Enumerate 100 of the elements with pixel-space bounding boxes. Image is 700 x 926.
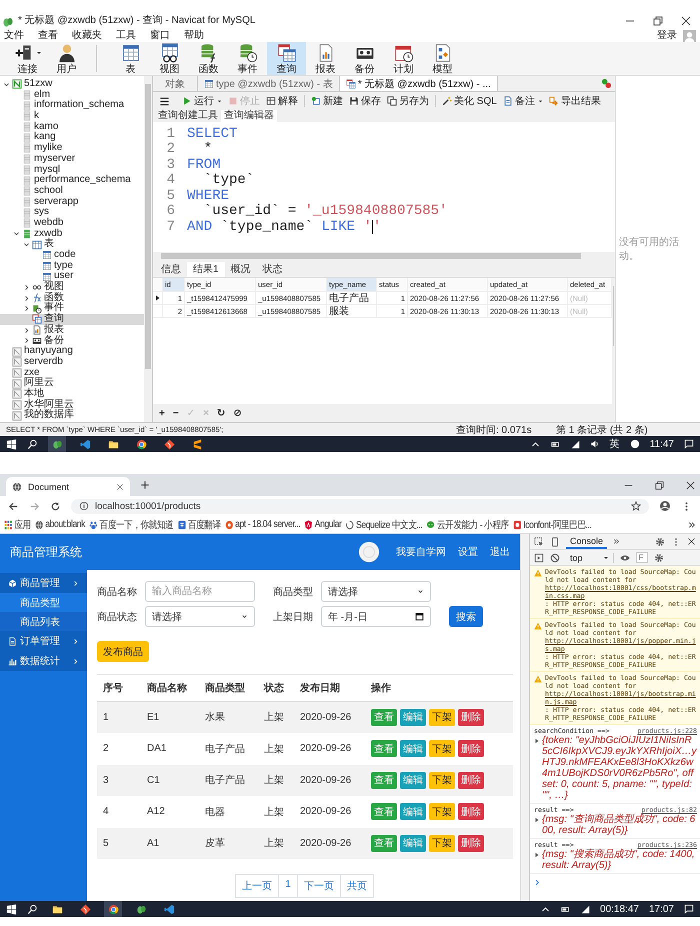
logged-object[interactable]: {token: "eyJhbGciOiJIUzI1NiIsInR5cCI6IkpXVCJ9.eyJkYXRhIjoiX…yHTJ9.nkMFEAKxEe8l3HoKXkz6w4m1UBojKDS0rV0R6zPb5Ro", offset: 0, count: 5, pname: "", typeId: "", …} — [542, 735, 697, 801]
toolbar-button[interactable]: 视图 — [150, 42, 189, 75]
reload-icon[interactable] — [50, 500, 61, 512]
tree-item[interactable]: 本地 — [0, 388, 144, 400]
menu-item[interactable]: 查看 — [38, 30, 58, 42]
expand-arrow-icon[interactable] — [534, 852, 540, 858]
tree-item[interactable]: kang — [0, 132, 144, 144]
menu-item[interactable]: 文件 — [4, 30, 24, 42]
sidebar-toggle-icon[interactable] — [534, 552, 544, 562]
toolbar-button[interactable]: 模型 — [423, 42, 462, 75]
offline-button[interactable]: 下架 — [429, 708, 455, 726]
delete-button[interactable]: 删除 — [458, 803, 484, 820]
close-icon[interactable] — [116, 482, 124, 490]
menu-item[interactable]: 窗口 — [150, 30, 170, 42]
toolbar-button[interactable]: 备注 — [502, 94, 543, 108]
bookmark[interactable]: Iconfont-阿里巴巴... — [512, 518, 592, 532]
tab[interactable]: 信息 — [155, 262, 187, 277]
offline-button[interactable]: 下架 — [429, 740, 455, 758]
expand-arrow-icon[interactable] — [534, 817, 540, 823]
menu-item[interactable]: 工具 — [116, 30, 136, 42]
tree-item[interactable]: user — [0, 271, 144, 282]
clock[interactable]: 11:47 — [650, 438, 674, 450]
menu-item[interactable]: 收藏夹 — [72, 30, 102, 42]
bookmark[interactable]: apt - 18.04 server... — [224, 518, 300, 532]
header-link[interactable]: 我要自学网 — [396, 545, 446, 559]
delete-button[interactable]: 删除 — [458, 708, 484, 726]
menu-item[interactable]: 数据统计 — [0, 651, 87, 671]
scrollbar[interactable] — [144, 76, 152, 422]
toolbar-button[interactable]: 计划 — [384, 42, 423, 75]
page-link[interactable]: 下一页 — [296, 874, 341, 898]
tree-item[interactable]: mysql — [0, 164, 144, 176]
tree-item[interactable]: kamo — [0, 122, 144, 132]
page-link[interactable]: 上一页 — [235, 874, 280, 898]
scrollbar[interactable] — [612, 278, 615, 404]
double-chevron-icon[interactable] — [613, 538, 620, 545]
close-icon[interactable] — [685, 480, 696, 490]
header-link[interactable]: 退出 — [490, 545, 510, 559]
login-link[interactable]: 登录 — [657, 30, 677, 42]
scrollbar[interactable] — [520, 534, 529, 901]
tree-item[interactable]: type — [0, 260, 144, 272]
menu-icon[interactable] — [159, 96, 170, 106]
windows-start-icon[interactable] — [6, 904, 17, 914]
account-icon[interactable] — [659, 500, 671, 512]
tree-item[interactable]: 视图 — [0, 282, 144, 293]
search-icon[interactable] — [27, 438, 38, 450]
tab[interactable]: 结果1 — [187, 262, 225, 277]
tree-item[interactable]: myserver — [0, 154, 144, 164]
filter-field[interactable]: F — [636, 552, 648, 563]
toolbar-button[interactable]: 事件 — [228, 42, 267, 75]
bookmark[interactable]: Sequelize 中文文... — [346, 518, 422, 532]
double-chevron-icon[interactable] — [688, 520, 696, 528]
header-link[interactable]: 设置 — [458, 545, 478, 559]
toolbar-button[interactable]: 用户 — [47, 42, 86, 75]
record-button[interactable]: ↻ — [216, 408, 226, 418]
restore-icon[interactable] — [652, 15, 664, 27]
clock[interactable]: 17:07 — [648, 904, 674, 914]
toolbar-button[interactable]: 保存 — [349, 94, 381, 108]
date-field[interactable]: 年 -月-日 — [321, 606, 431, 627]
toolbar-button[interactable]: 导出结果 — [548, 94, 601, 108]
settings-icon[interactable] — [654, 552, 664, 562]
tree-item[interactable]: hanyuyang — [0, 346, 144, 357]
tree-item[interactable]: webdb — [0, 218, 144, 229]
toolbar-button[interactable]: 表 — [111, 42, 150, 75]
select-field[interactable]: 请选择 — [145, 606, 255, 627]
tree-item[interactable]: 查询 — [0, 314, 144, 325]
taskbar-app[interactable] — [104, 901, 122, 917]
close-icon[interactable] — [680, 15, 692, 27]
back-arrow-icon[interactable] — [8, 500, 19, 512]
menu-item[interactable]: 订单管理 — [0, 631, 87, 651]
submenu-item[interactable]: 商品类型 — [0, 593, 87, 612]
tab[interactable]: type @zxwdb (51zxw) - 表 — [198, 76, 340, 91]
offline-button[interactable]: 下架 — [429, 772, 455, 789]
tree-item[interactable]: 51zxw — [0, 79, 144, 90]
bookmark[interactable]: 百度翻译 — [177, 518, 220, 532]
bookmark[interactable]: 应用 — [4, 518, 31, 532]
bookmark[interactable]: 百度一下，你就知道 — [89, 518, 174, 532]
restore-icon[interactable] — [654, 480, 665, 490]
tree-item[interactable]: sys — [0, 207, 144, 218]
context-select[interactable]: top — [566, 552, 614, 562]
tab[interactable]: 对象 — [153, 76, 198, 91]
tree-item[interactable]: serverapp — [0, 196, 144, 208]
toolbar-button[interactable]: 报表 — [306, 42, 345, 75]
eye-icon[interactable] — [620, 552, 630, 562]
scrollbar[interactable] — [153, 252, 615, 262]
tree-item[interactable]: 表 — [0, 239, 144, 250]
record-button[interactable]: ⊘ — [233, 408, 242, 418]
toolbar-button[interactable]: 美化 SQL — [442, 94, 497, 108]
select-field[interactable]: 请选择 — [321, 581, 431, 602]
tree-item[interactable]: elm — [0, 90, 144, 100]
logged-object[interactable]: {msg: "查询商品类型成功", code: 600, result: Array(5)} — [542, 814, 697, 836]
delete-button[interactable]: 删除 — [458, 772, 484, 789]
toolbar-button[interactable]: 解释 — [266, 94, 298, 108]
record-button[interactable]: − — [172, 408, 179, 418]
logged-object[interactable]: {msg: "搜索商品成功", code: 1400, result: Array(5)} — [542, 849, 697, 871]
expand-arrow-icon[interactable] — [534, 738, 540, 744]
name-input[interactable]: 输入商品名称 — [145, 581, 255, 602]
offline-button[interactable]: 下架 — [429, 834, 455, 852]
tree-item[interactable]: 备份 — [0, 336, 144, 346]
bookmark[interactable]: 云开发能力 - 小程序 — [426, 518, 509, 532]
bookmark[interactable]: Angular — [304, 518, 342, 532]
